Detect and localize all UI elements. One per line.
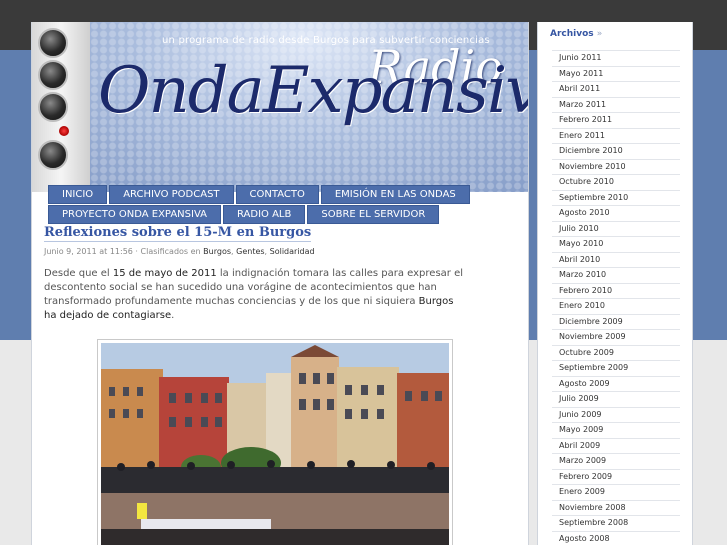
nav-emision[interactable]: EMISIÓN EN LAS ONDAS <box>320 185 470 204</box>
archive-link[interactable]: Enero 2009 <box>552 484 680 500</box>
body-text: Desde que el <box>44 268 110 279</box>
double-arrow-icon: » <box>596 29 603 39</box>
archive-link[interactable]: Agosto 2010 <box>552 205 680 221</box>
archive-link[interactable]: Septiembre 2008 <box>552 515 680 531</box>
archive-link[interactable]: Abril 2011 <box>552 81 680 97</box>
nav-row-2: PROYECTO ONDA EXPANSIVA RADIO ALB SOBRE … <box>48 205 440 224</box>
nav-row-1: INICIO ARCHIVO PODCAST CONTACTO EMISIÓN … <box>48 185 470 204</box>
nav-sobre-servidor[interactable]: SOBRE EL SERVIDOR <box>307 205 440 224</box>
archive-link[interactable]: Febrero 2009 <box>552 468 680 485</box>
red-led-icon <box>59 126 69 136</box>
archive-link[interactable]: Enero 2010 <box>552 298 680 314</box>
archive-link[interactable]: Junio 2011 <box>552 50 680 66</box>
plaza-photo-drawing <box>101 343 449 545</box>
archive-link[interactable]: Diciembre 2010 <box>552 143 680 159</box>
radio-speaker-panel <box>32 22 90 192</box>
archive-link[interactable]: Mayo 2009 <box>552 422 680 438</box>
site-header-banner: un programa de radio desde Burgos para s… <box>32 22 528 192</box>
archive-link[interactable]: Agosto 2009 <box>552 375 680 392</box>
archive-link[interactable]: Diciembre 2009 <box>552 313 680 330</box>
category-link[interactable]: Solidaridad <box>270 247 315 256</box>
nav-contacto[interactable]: CONTACTO <box>235 185 319 204</box>
archive-link[interactable]: Marzo 2009 <box>552 453 680 469</box>
archive-link[interactable]: Enero 2011 <box>552 127 680 144</box>
archive-link[interactable]: Noviembre 2010 <box>552 158 680 175</box>
archive-link[interactable]: Julio 2010 <box>552 220 680 237</box>
archive-link[interactable]: Octubre 2009 <box>552 344 680 361</box>
archive-link[interactable]: Abril 2009 <box>552 437 680 454</box>
archive-link[interactable]: Septiembre 2010 <box>552 189 680 206</box>
archives-heading-text: Archivos <box>550 29 594 39</box>
radio-knob-icon <box>38 60 68 90</box>
archive-link[interactable]: Febrero 2010 <box>552 282 680 299</box>
body-link-15m[interactable]: 15 de mayo de 2011 <box>113 268 217 279</box>
main-content-panel: un programa de radio desde Burgos para s… <box>31 22 529 545</box>
archive-link[interactable]: Julio 2009 <box>552 391 680 407</box>
archive-link[interactable]: Febrero 2011 <box>552 112 680 128</box>
sidebar: Archivos » Junio 2011 Mayo 2011 Abril 2011… <box>537 22 693 545</box>
radio-knob-icon <box>38 28 68 58</box>
nav-inicio[interactable]: INICIO <box>48 185 108 204</box>
post-meta: Junio 9, 2011 at 11:56 · Clasificados en… <box>44 247 315 256</box>
post-body: Desde que el 15 de mayo de 2011 la indig… <box>44 267 464 323</box>
site-logo[interactable]: OndaExpansiva <box>98 54 528 128</box>
body-text: . <box>171 310 175 321</box>
archive-link[interactable]: Agosto 2008 <box>552 530 680 545</box>
category-link[interactable]: Gentes <box>236 247 264 256</box>
archives-heading: Archivos » <box>550 29 602 39</box>
category-link[interactable]: Burgos <box>203 247 231 256</box>
archive-link[interactable]: Junio 2009 <box>552 406 680 423</box>
archive-link[interactable]: Abril 2010 <box>552 251 680 268</box>
archives-list: Junio 2011 Mayo 2011 Abril 2011 Marzo 2011 F… <box>552 50 680 545</box>
archive-link[interactable]: Noviembre 2009 <box>552 329 680 345</box>
nav-radio-alb[interactable]: RADIO ALB <box>223 205 306 224</box>
nav-archivo-podcast[interactable]: ARCHIVO PODCAST <box>109 185 234 204</box>
archive-link[interactable]: Noviembre 2008 <box>552 499 680 516</box>
post-date: Junio 9, 2011 at 11:56 · Clasificados en <box>44 247 201 256</box>
archive-link[interactable]: Marzo 2010 <box>552 267 680 283</box>
plaza-assembly-photo[interactable] <box>101 343 449 545</box>
post-photo-frame <box>97 339 453 545</box>
archive-link[interactable]: Marzo 2011 <box>552 96 680 113</box>
radio-knob-icon <box>38 140 68 170</box>
nav-proyecto[interactable]: PROYECTO ONDA EXPANSIVA <box>48 205 221 224</box>
archive-link[interactable]: Mayo 2011 <box>552 65 680 82</box>
archive-link[interactable]: Mayo 2010 <box>552 236 680 252</box>
archive-link[interactable]: Septiembre 2009 <box>552 360 680 376</box>
post-title[interactable]: Reflexiones sobre el 15-M en Burgos <box>44 225 312 242</box>
radio-knob-icon <box>38 92 68 122</box>
archive-link[interactable]: Octubre 2010 <box>552 174 680 190</box>
